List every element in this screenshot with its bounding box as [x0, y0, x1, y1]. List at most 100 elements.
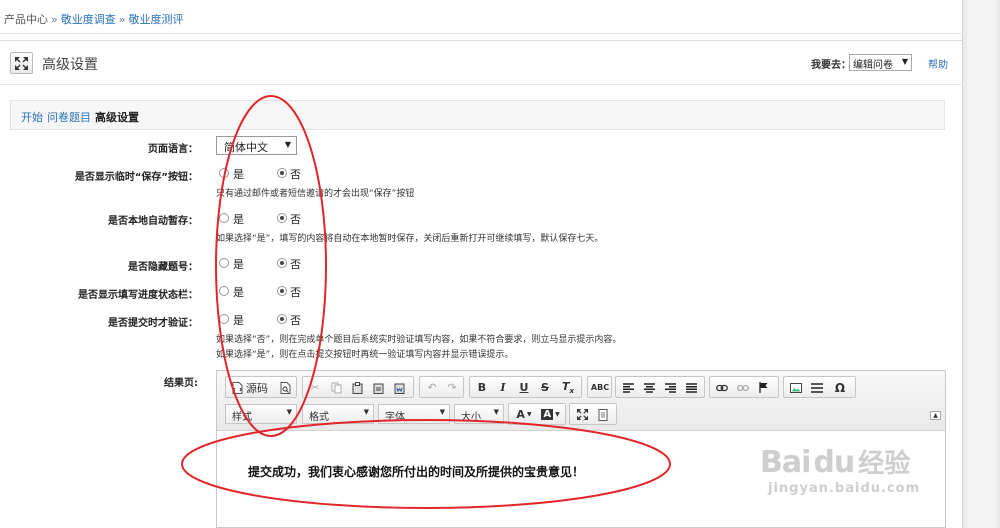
horizontal-rule-icon — [811, 382, 823, 393]
chevron-down-icon: ▼ — [286, 408, 292, 416]
autosave-no-text: 否 — [290, 213, 301, 226]
copy-button[interactable] — [327, 379, 345, 396]
hide-number-label: 是否隐藏题号： — [128, 262, 198, 273]
step-tabs: 开始 问卷题目 高级设置 — [10, 100, 945, 130]
tab-advanced: 高级设置 — [95, 111, 139, 124]
goto-select[interactable]: 编辑问卷 ▼ — [849, 54, 912, 71]
toolbar-group-history: ↶ ↷ — [419, 376, 464, 398]
autosave-yes-text: 是 — [233, 213, 244, 226]
cut-icon: ✂ — [310, 381, 320, 394]
redo-button[interactable]: ↷ — [443, 379, 461, 396]
editor-content-text: 提交成功，我们衷心感谢您所付出的时间及所提供的宝贵意见！ — [248, 465, 585, 479]
paste-text-icon — [373, 383, 383, 394]
undo-button[interactable]: ↶ — [423, 379, 441, 396]
bold-icon: B — [477, 381, 487, 394]
align-right-button[interactable] — [661, 379, 679, 396]
special-char-button[interactable]: Ω — [831, 379, 849, 396]
strikethrough-button[interactable]: S — [536, 379, 554, 396]
hide-number-yes-radio[interactable] — [219, 258, 229, 268]
font-combo-label: 字体 — [385, 412, 405, 423]
text-color-button[interactable]: A ▼ — [512, 406, 536, 423]
align-center-button[interactable] — [640, 379, 658, 396]
language-select[interactable]: 简体中文 ▼ — [216, 136, 297, 155]
hide-number-yes-text: 是 — [233, 258, 244, 271]
hide-number-no-text: 否 — [290, 258, 301, 271]
collapse-toolbar-button[interactable]: ▲ — [930, 411, 941, 420]
hide-number-no-radio[interactable] — [277, 258, 287, 268]
save-yes-radio[interactable] — [219, 168, 229, 178]
breadcrumb-separator: » — [118, 13, 126, 26]
bold-button[interactable]: B — [473, 379, 491, 396]
right-strip-inner — [967, 0, 997, 528]
size-combo[interactable]: 大小 ▼ — [454, 404, 504, 424]
anchor-button[interactable] — [755, 379, 773, 396]
remove-format-button[interactable]: Tx — [559, 379, 577, 396]
lang-label: 页面语言： — [148, 144, 198, 155]
unlink-button[interactable] — [734, 379, 752, 396]
save-no-text: 否 — [290, 168, 301, 181]
breadcrumb-root[interactable]: 产品中心 — [4, 13, 48, 26]
align-left-button[interactable] — [619, 379, 637, 396]
italic-button[interactable]: I — [494, 379, 512, 396]
chevron-down-icon: ▼ — [555, 411, 560, 418]
tab-start[interactable]: 开始 — [21, 109, 43, 125]
paste-text-button[interactable] — [369, 379, 387, 396]
right-scroll-strip — [962, 0, 1000, 528]
paste-button[interactable] — [348, 379, 366, 396]
image-button[interactable] — [787, 379, 805, 396]
chevron-down-icon: ▼ — [901, 57, 908, 66]
undo-icon: ↶ — [427, 381, 437, 394]
toolbar-group-clipboard: ✂ — [302, 376, 414, 398]
watermark-url: jingyan.baidu.com — [768, 481, 921, 496]
editor-toolbar: 源码 ✂ ↶ ↷ B I U S Tx ABC Ω 样式 ▼ 格式 ▼ 字体 ▼… — [217, 371, 945, 431]
progress-no-radio[interactable] — [277, 286, 287, 296]
validate-hint-1: 如果选择“否”，则在完成单个题目后系统实时验证填写内容，如果不符合要求，则立马显… — [216, 335, 622, 345]
autosave-no-radio[interactable] — [277, 213, 287, 223]
underline-icon: U — [519, 381, 529, 394]
fullscreen-icon — [15, 56, 28, 70]
show-blocks-button[interactable] — [594, 406, 612, 423]
save-no-radio[interactable] — [277, 168, 287, 178]
bg-color-button[interactable]: A ▼ — [538, 406, 563, 423]
breadcrumb-bar: 产品中心» 敬业度调查» 敬业度测评 — [0, 0, 962, 34]
maximize-button[interactable] — [573, 406, 591, 423]
spellcheck-button[interactable]: ABC — [591, 379, 609, 396]
maximize-icon — [576, 409, 588, 420]
validate-no-radio[interactable] — [277, 314, 287, 324]
source-button[interactable]: 源码 — [229, 379, 271, 396]
align-left-icon — [622, 382, 634, 393]
autosave-yes-radio[interactable] — [219, 213, 229, 223]
progress-yes-radio[interactable] — [219, 286, 229, 296]
justify-button[interactable] — [682, 379, 700, 396]
save-yes-text: 是 — [233, 168, 244, 181]
watermark-logo-paw: du — [813, 445, 855, 480]
spellcheck-icon: ABC — [590, 383, 610, 392]
paste-icon — [352, 381, 362, 394]
tab-questions[interactable]: 问卷题目 — [47, 109, 91, 125]
panel-header: 高级设置 我要去： 编辑问卷 ▼ 帮助 — [0, 41, 962, 85]
save-hint: 只有通过邮件或者短信邀请的才会出现“保存”按钮 — [216, 189, 415, 199]
font-combo[interactable]: 字体 ▼ — [378, 404, 450, 424]
breadcrumb-assessment-link[interactable]: 敬业度测评 — [128, 13, 183, 26]
validate-hint-2: 如果选择“是”，则在点击提交按钮时再统一验证填写内容并显示错误提示。 — [216, 350, 514, 360]
goto-select-value: 编辑问卷 — [853, 60, 893, 71]
link-button[interactable] — [713, 379, 731, 396]
cut-button[interactable]: ✂ — [306, 379, 324, 396]
show-blocks-icon — [598, 408, 607, 421]
horizontal-rule-button[interactable] — [808, 379, 826, 396]
toolbar-group-document: 源码 — [225, 376, 297, 398]
copy-icon — [331, 382, 341, 393]
style-combo[interactable]: 样式 ▼ — [225, 404, 297, 424]
validate-yes-radio[interactable] — [219, 314, 229, 324]
collapse-icon: ▲ — [933, 412, 938, 419]
preview-button[interactable] — [276, 379, 294, 396]
paste-word-button[interactable] — [390, 379, 408, 396]
progress-yes-text: 是 — [233, 286, 244, 299]
flag-icon — [759, 382, 768, 393]
breadcrumb-survey-link[interactable]: 敬业度调查 — [61, 13, 116, 26]
link-icon — [716, 384, 728, 391]
fullscreen-button[interactable] — [10, 52, 33, 74]
help-link[interactable]: 帮助 — [928, 56, 948, 71]
format-combo[interactable]: 格式 ▼ — [302, 404, 374, 424]
underline-button[interactable]: U — [515, 379, 533, 396]
